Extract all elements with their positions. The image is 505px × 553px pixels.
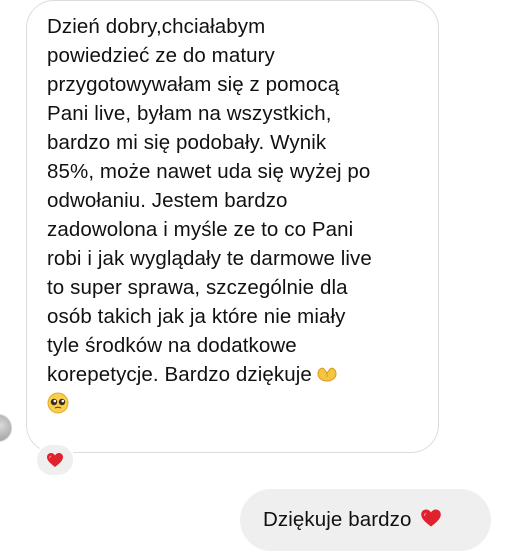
outgoing-message-text: Dziękuje bardzo bbox=[263, 508, 412, 531]
outgoing-message-bubble[interactable]: Dziękuje bardzo bbox=[240, 489, 491, 551]
sender-avatar[interactable] bbox=[0, 414, 12, 442]
incoming-message-text: Dzień dobry,chciałabym powiedzieć ze do … bbox=[47, 12, 427, 418]
message-reaction[interactable] bbox=[35, 443, 75, 477]
red-heart-icon bbox=[420, 508, 442, 533]
pleading-face-icon bbox=[47, 392, 69, 414]
incoming-message-body: Dzień dobry,chciałabym powiedzieć ze do … bbox=[47, 15, 372, 386]
red-heart-icon bbox=[46, 452, 64, 468]
heart-hands-icon bbox=[316, 362, 338, 382]
